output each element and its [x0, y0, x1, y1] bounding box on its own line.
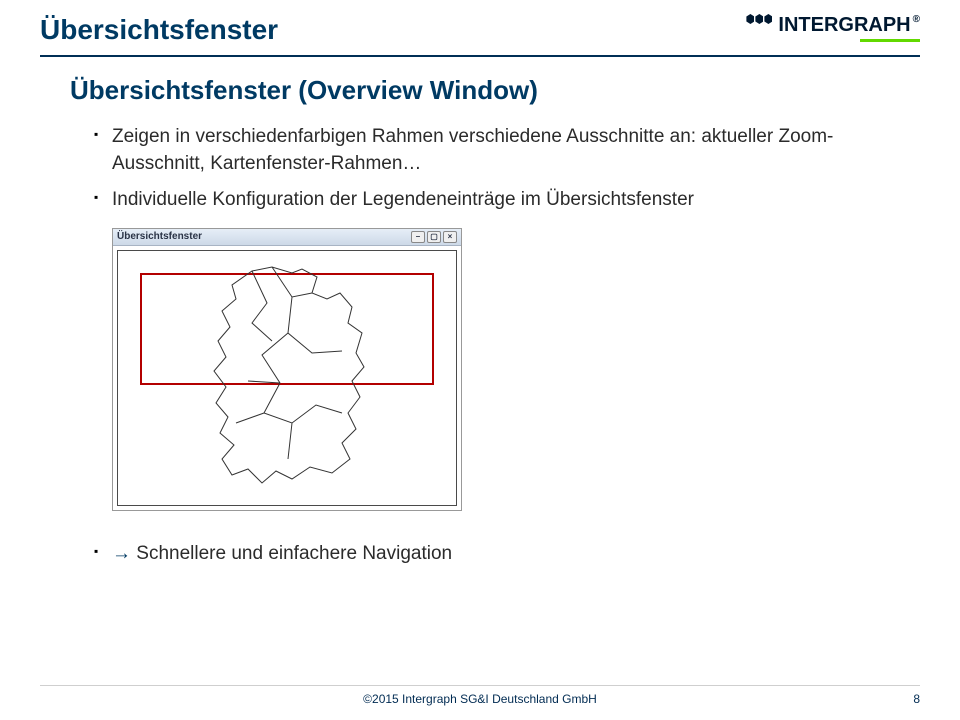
content-subtitle: Übersichtsfenster (Overview Window) — [70, 75, 900, 106]
arrow-icon: → — [112, 543, 131, 564]
bullet-item: Individuelle Konfiguration der Legendene… — [94, 187, 900, 214]
intergraph-logo: INTERGRAPH ® — [746, 14, 920, 42]
logo-hex-icon — [755, 14, 763, 24]
slide-title: Übersichtsfenster — [40, 14, 278, 46]
window-title: Übersichtsfenster — [117, 231, 202, 242]
page-number: 8 — [913, 692, 920, 706]
logo-accent — [860, 39, 920, 42]
conclusion-text: Schnellere und einfachere Navigation — [131, 543, 452, 564]
bullet-item: Zeigen in verschiedenfarbigen Rahmen ver… — [94, 124, 900, 177]
logo-text: INTERGRAPH — [778, 14, 910, 37]
germany-map-icon — [192, 263, 382, 493]
overview-window-screenshot: Übersichtsfenster – ▢ × — [112, 228, 462, 511]
logo-hex-icon — [746, 14, 754, 24]
logo-hex-icon — [764, 14, 772, 24]
bullet-conclusion: → Schnellere und einfachere Navigation — [94, 541, 900, 568]
logo-registered: ® — [913, 14, 920, 25]
minimize-icon: – — [411, 231, 425, 243]
footer-copyright: ©2015 Intergraph SG&I Deutschland GmbH — [363, 692, 597, 706]
restore-icon: ▢ — [427, 231, 441, 243]
header-divider — [40, 55, 920, 57]
close-icon: × — [443, 231, 457, 243]
